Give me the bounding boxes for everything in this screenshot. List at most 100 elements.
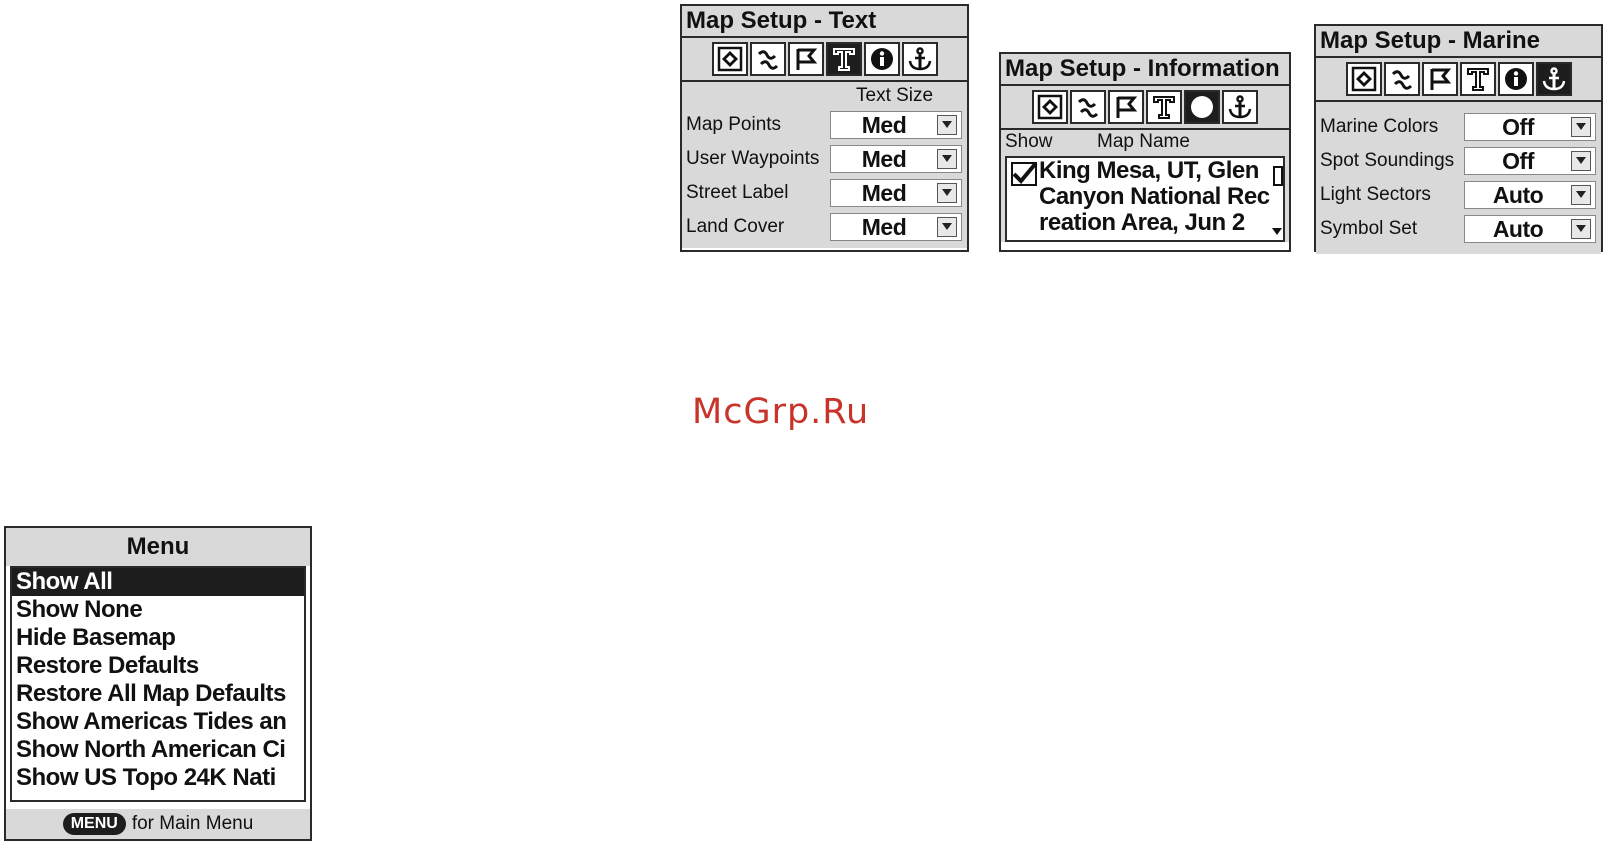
map-name-entry[interactable]: King Mesa, UT, Glen Canyon National Rec … (1037, 158, 1271, 240)
text-icon (1151, 94, 1177, 120)
map-list[interactable]: King Mesa, UT, Glen Canyon National Rec … (1005, 156, 1285, 242)
menu-item-show-none[interactable]: Show None (12, 596, 304, 624)
tab-strip (1001, 86, 1289, 130)
tab-general-map[interactable] (1345, 62, 1382, 96)
tab-general-map[interactable] (1032, 90, 1068, 124)
information-icon (1503, 66, 1529, 92)
menu-item-restore-defaults[interactable]: Restore Defaults (12, 652, 304, 680)
menu-key-icon[interactable]: MENU (62, 812, 126, 835)
menu-item-restore-all-map-defaults[interactable]: Restore All Map Defaults (12, 680, 304, 708)
points-flag-icon (793, 46, 819, 72)
menu-item-show-americas-tides[interactable]: Show Americas Tides an (12, 708, 304, 736)
tab-text[interactable] (1146, 90, 1182, 124)
setting-label: Map Points (686, 114, 782, 135)
panel-title: Map Setup - Information (1001, 54, 1289, 86)
column-header-map-name: Map Name (1097, 131, 1190, 152)
tab-text[interactable] (1459, 62, 1496, 96)
setting-row: Light Sectors Auto (1320, 178, 1597, 212)
tab-tracks[interactable] (1070, 90, 1106, 124)
tab-strip (1316, 58, 1601, 102)
map-setup-information-panel: Map Setup - Information Show Map Name Ki… (999, 52, 1291, 252)
tracks-icon (1389, 66, 1415, 92)
select-value: Med (861, 111, 907, 138)
tab-points[interactable] (1108, 90, 1144, 124)
chevron-down-icon[interactable] (1571, 151, 1591, 171)
select-value: Med (861, 213, 907, 240)
menu-item-show-all[interactable]: Show All (12, 568, 304, 596)
panel-title: Map Setup - Marine (1316, 26, 1601, 58)
panel-title: Map Setup - Text (682, 6, 967, 38)
tab-points[interactable] (1421, 62, 1458, 96)
setting-label: Marine Colors (1320, 116, 1439, 137)
scroll-thumb[interactable] (1273, 166, 1283, 186)
tab-information[interactable] (1184, 90, 1220, 124)
tab-tracks[interactable] (749, 42, 786, 76)
select-value: Off (1502, 113, 1534, 140)
select-value: Auto (1492, 181, 1544, 208)
map-name-line: Canyon National Rec (1039, 184, 1270, 210)
setting-label: Street Label (686, 182, 789, 203)
tab-marine[interactable] (1535, 62, 1572, 96)
tab-text[interactable] (825, 42, 862, 76)
text-size-select[interactable]: Med (830, 179, 962, 207)
marine-anchor-icon (1541, 66, 1567, 92)
chevron-down-icon[interactable] (1571, 219, 1591, 239)
menu-list: Show All Show None Hide Basemap Restore … (10, 566, 306, 802)
tracks-icon (1075, 94, 1101, 120)
watermark-text: McGrp.Ru (692, 392, 870, 432)
select-value: Med (861, 179, 907, 206)
menu-item-hide-basemap[interactable]: Hide Basemap (12, 624, 304, 652)
menu-item-show-north-american[interactable]: Show North American Ci (12, 736, 304, 764)
setting-row: Marine Colors Off (1320, 110, 1597, 144)
maps-body: Show Map Name King Mesa, UT, Glen Canyon… (1001, 130, 1289, 242)
column-headers: Show Map Name (1005, 130, 1285, 154)
marine-anchor-icon (1227, 94, 1253, 120)
scrollbar[interactable] (1271, 158, 1283, 240)
select-value: Med (861, 145, 907, 172)
chevron-down-icon[interactable] (1571, 117, 1591, 137)
chevron-down-icon[interactable] (937, 115, 957, 135)
column-header-show: Show (1005, 131, 1053, 152)
menu-title: Menu (6, 528, 310, 566)
marine-setting-select[interactable]: Off (1464, 147, 1596, 175)
marine-anchor-icon (907, 46, 933, 72)
chevron-down-icon[interactable] (937, 183, 957, 203)
setting-row: Land Cover Med (686, 210, 963, 244)
menu-item-show-us-topo[interactable]: Show US Topo 24K Nati (12, 764, 304, 792)
chevron-down-icon[interactable] (937, 149, 957, 169)
points-flag-icon (1427, 66, 1453, 92)
information-icon (1189, 94, 1215, 120)
text-icon (831, 46, 857, 72)
points-flag-icon (1113, 94, 1139, 120)
chevron-down-icon[interactable] (1571, 185, 1591, 205)
text-size-select[interactable]: Med (830, 111, 962, 139)
setting-label: Spot Soundings (1320, 150, 1455, 171)
tab-marine[interactable] (1222, 90, 1258, 124)
setting-label: Land Cover (686, 216, 785, 237)
map-name-line: King Mesa, UT, Glen (1039, 158, 1259, 184)
scroll-down-icon[interactable] (1272, 228, 1282, 236)
checkmark-icon (1012, 161, 1038, 184)
general-map-icon (1037, 94, 1063, 120)
text-size-select[interactable]: Med (830, 145, 962, 173)
tab-points[interactable] (787, 42, 824, 76)
setting-row: Symbol Set Auto (1320, 212, 1597, 246)
select-value: Auto (1492, 215, 1544, 242)
tab-information[interactable] (1497, 62, 1534, 96)
settings-body: Text Size Map Points Med User Waypoints … (682, 82, 967, 248)
setting-label: Light Sectors (1320, 184, 1431, 205)
setting-label: User Waypoints (686, 148, 820, 169)
tab-information[interactable] (863, 42, 900, 76)
options-menu-panel: Menu Show All Show None Hide Basemap Res… (4, 526, 312, 841)
menu-footer: MENU for Main Menu (6, 809, 310, 839)
tab-general-map[interactable] (711, 42, 748, 76)
chevron-down-icon[interactable] (937, 217, 957, 237)
map-checkbox[interactable] (1011, 161, 1038, 186)
text-size-select[interactable]: Med (830, 213, 962, 241)
tab-marine[interactable] (901, 42, 938, 76)
tab-tracks[interactable] (1383, 62, 1420, 96)
marine-setting-select[interactable]: Auto (1464, 181, 1596, 209)
marine-setting-select[interactable]: Auto (1464, 215, 1596, 243)
marine-setting-select[interactable]: Off (1464, 113, 1596, 141)
map-setup-marine-panel: Map Setup - Marine Marine Colors Off Spo… (1314, 24, 1603, 254)
